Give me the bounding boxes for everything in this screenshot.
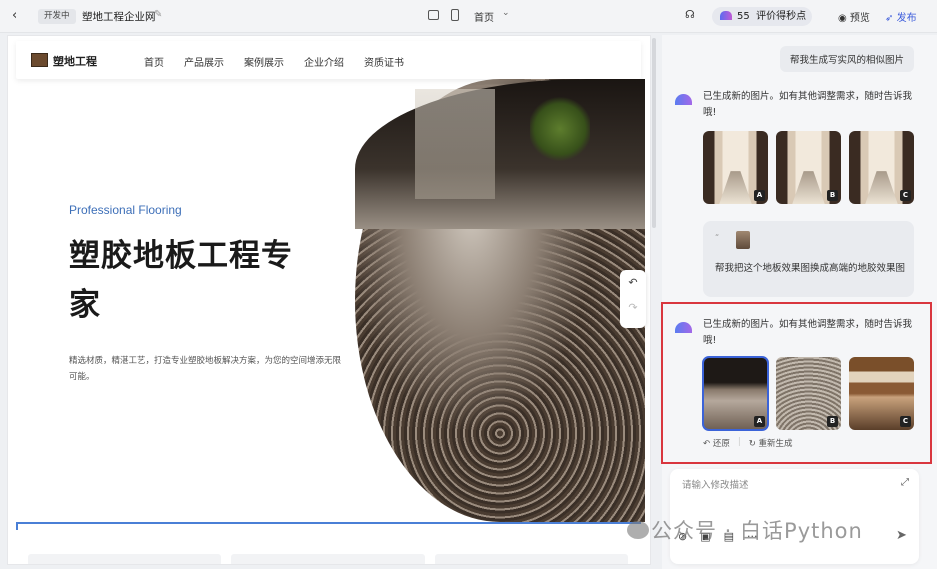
canvas-scrollbar[interactable] xyxy=(652,38,656,228)
result-thumb-c[interactable]: C xyxy=(849,131,914,204)
credits-count: 55 xyxy=(737,11,750,22)
edit-icon[interactable]: ✎ xyxy=(154,9,162,20)
hero-description[interactable]: 精选材质，精湛工艺，打造专业塑胶地板解决方案，为您的空间增添无限可能。 xyxy=(69,353,344,385)
nav-about[interactable]: 企业介绍 xyxy=(304,54,344,69)
send-icon[interactable]: ➤ xyxy=(896,528,907,543)
credits-pill[interactable]: 55 评价得秒点 xyxy=(712,7,812,26)
hero-subtitle[interactable]: Professional Flooring xyxy=(69,203,182,217)
user-message-1: 帮我生成写实风的相似图片 xyxy=(779,46,914,72)
chevron-down-icon[interactable]: ⌄ xyxy=(502,8,510,18)
hero-title[interactable]: 塑胶地板工程专家 xyxy=(69,232,319,330)
hero-image[interactable] xyxy=(355,79,645,522)
site-nav-links: 首页 产品展示 案例展示 企业介绍 资质证书 xyxy=(144,54,404,69)
ai-avatar-icon xyxy=(675,94,692,105)
user-message-2: “ 帮我把这个地板效果图换成高端的地胶效果图 xyxy=(703,221,914,297)
nav-cases[interactable]: 案例展示 xyxy=(244,54,284,69)
thumb-label: A xyxy=(754,190,765,201)
site-canvas[interactable]: 塑地工程 首页 产品展示 案例展示 企业介绍 资质证书 Professional… xyxy=(7,35,651,565)
logo-icon xyxy=(31,53,48,67)
plant-shape xyxy=(530,94,590,164)
redo-icon[interactable]: ↷ xyxy=(620,295,646,320)
site-navbar: 塑地工程 首页 产品展示 案例展示 企业介绍 资质证书 xyxy=(16,41,641,79)
next-section-cards xyxy=(28,554,628,564)
nav-home[interactable]: 首页 xyxy=(144,54,164,69)
room-background xyxy=(355,79,645,229)
nav-certs[interactable]: 资质证书 xyxy=(364,54,404,69)
credit-logo-icon xyxy=(720,11,732,20)
publish-button[interactable]: ➶ 发布 xyxy=(885,9,917,24)
preview-button[interactable]: ◉ 预览 xyxy=(838,9,870,24)
thumb-label: B xyxy=(827,190,838,201)
prompt-placeholder: 请输入修改描述 xyxy=(682,480,749,491)
watermark: 公众号 · 白话Python xyxy=(651,519,863,543)
highlight-box xyxy=(661,302,932,464)
user-message-2-text: 帮我把这个地板效果图换成高端的地胶效果图 xyxy=(715,263,906,274)
mobile-view-icon[interactable] xyxy=(451,9,459,21)
ai-message-1: 已生成新的图片。如有其他调整需求，随时告诉我哦! xyxy=(703,91,913,118)
expand-icon[interactable]: ⤢ xyxy=(901,477,909,488)
image-results-1: A B C xyxy=(703,131,914,204)
quote-icon: “ xyxy=(715,233,720,242)
result-thumb-a[interactable]: A xyxy=(703,131,768,204)
publish-label: 发布 xyxy=(896,13,917,24)
credits-label: 评价得秒点 xyxy=(756,11,807,22)
eye-icon: ◉ xyxy=(838,13,847,24)
nav-products[interactable]: 产品展示 xyxy=(184,54,224,69)
support-icon[interactable]: ☊ xyxy=(685,8,695,21)
top-bar: ‹ 开发中 塑地工程企业网 ✎ 首页 ⌄ ☊ 55 评价得秒点 ◉ 预览 ➶ 发… xyxy=(0,0,937,33)
rocket-icon: ➶ xyxy=(885,13,894,24)
attached-image[interactable] xyxy=(736,231,750,249)
preview-label: 预览 xyxy=(849,13,870,24)
window-light xyxy=(415,89,495,199)
status-badge: 开发中 xyxy=(38,9,76,24)
chevron-left-icon[interactable]: ‹ xyxy=(12,9,26,23)
desktop-view-icon[interactable] xyxy=(428,10,439,20)
undo-icon[interactable]: ↶ xyxy=(620,270,646,295)
project-name[interactable]: 塑地工程企业网 xyxy=(82,9,156,24)
site-logo-text[interactable]: 塑地工程 xyxy=(53,53,97,69)
undo-redo-toolbar: ↶ ↷ xyxy=(620,270,646,328)
result-thumb-b[interactable]: B xyxy=(776,131,841,204)
page-select[interactable]: 首页 xyxy=(474,9,494,24)
thumb-label: C xyxy=(900,190,911,201)
section-selection-line xyxy=(16,522,641,524)
selection-handle[interactable] xyxy=(16,522,22,530)
